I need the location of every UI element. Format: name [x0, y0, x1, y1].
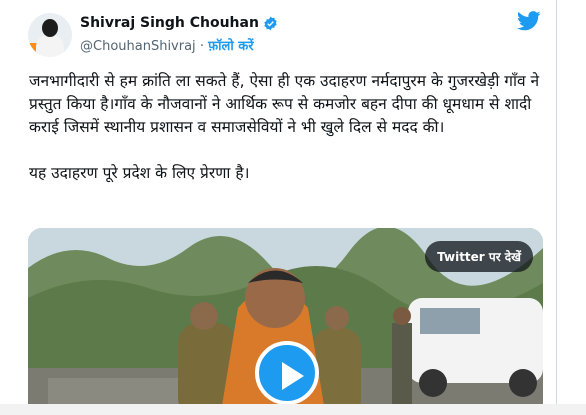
page-margin-right [557, 0, 586, 415]
avatar-body [36, 35, 64, 57]
twitter-bird-icon[interactable] [517, 10, 541, 32]
page-margin-bottom [0, 404, 586, 415]
tweet-text: जनभागीदारी से हम क्रांति ला सकते हैं, ऐस… [29, 72, 540, 182]
author-name-row: Shivraj Singh Chouhan [80, 15, 278, 31]
play-icon [282, 362, 304, 390]
avatar[interactable] [28, 13, 72, 57]
play-button[interactable] [255, 341, 319, 405]
view-on-twitter-button[interactable]: Twitter पर देखें [425, 241, 533, 272]
author-handle-row: @ChouhanShivraj · फ़ॉलो करें [80, 36, 254, 54]
verified-badge-icon [264, 16, 277, 30]
handle-separator: · [199, 39, 204, 54]
avatar-head [42, 19, 58, 37]
follow-button[interactable]: फ़ॉलो करें [208, 39, 253, 54]
author-name[interactable]: Shivraj Singh Chouhan [80, 15, 259, 31]
tweet-video[interactable]: Twitter पर देखें [28, 228, 543, 405]
author-handle[interactable]: @ChouhanShivraj [80, 39, 196, 54]
tweet-card: Shivraj Singh Chouhan @ChouhanShivraj · … [0, 0, 557, 406]
